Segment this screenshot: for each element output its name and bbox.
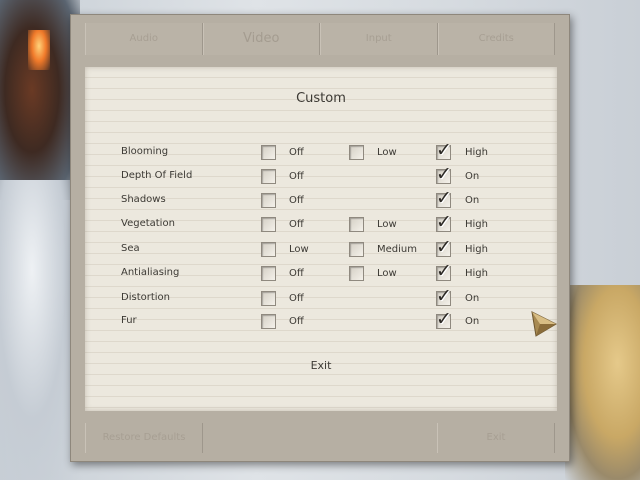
section-title: Custom	[296, 91, 346, 106]
option-value-label: Medium	[377, 244, 417, 255]
option-value-label: On	[465, 195, 480, 206]
settings-window: Audio Video Input Credits Custom Bloomin…	[70, 14, 570, 462]
option-checkbox[interactable]: ✓	[436, 164, 452, 184]
option-value-label: High	[465, 147, 488, 158]
option-value-label: Off	[289, 171, 304, 182]
option-value-label: Off	[289, 293, 304, 304]
exit-button[interactable]: Exit	[291, 359, 351, 375]
option-label: Sea	[121, 243, 140, 254]
video-settings-panel: Custom Blooming Off Low ✓ High Depth Of Field…	[85, 67, 557, 411]
option-value-label: High	[465, 244, 488, 255]
option-checkbox[interactable]	[261, 169, 276, 184]
arrow-right-icon[interactable]	[528, 308, 560, 340]
bottom-exit-button[interactable]: Exit	[437, 423, 555, 453]
option-checkbox[interactable]: ✓	[436, 140, 452, 160]
option-checkbox[interactable]: ✓	[436, 237, 452, 257]
option-label: Fur	[121, 315, 137, 326]
check-mark-icon: ✓	[436, 211, 452, 233]
option-label: Antialiasing	[121, 267, 180, 278]
check-mark-icon: ✓	[436, 260, 452, 282]
option-checkbox[interactable]: ✓	[436, 212, 452, 232]
tab-video[interactable]: Video	[202, 23, 320, 55]
option-checkbox[interactable]	[261, 145, 276, 160]
option-value-label: On	[465, 171, 480, 182]
option-value-label: On	[465, 316, 480, 327]
option-checkbox[interactable]: ✓	[436, 188, 452, 208]
tab-input[interactable]: Input	[320, 23, 438, 55]
tab-audio[interactable]: Audio	[85, 23, 203, 55]
option-checkbox[interactable]: ✓	[436, 261, 452, 281]
background-lava	[28, 30, 50, 70]
option-value-label: Low	[377, 268, 397, 279]
option-checkbox[interactable]	[261, 217, 276, 232]
background-island	[565, 285, 640, 480]
restore-defaults-button[interactable]: Restore Defaults	[85, 423, 203, 453]
option-value-label: Off	[289, 195, 304, 206]
option-checkbox[interactable]	[261, 242, 276, 257]
option-value-label: Off	[289, 219, 304, 230]
option-checkbox[interactable]	[261, 193, 276, 208]
option-checkbox[interactable]: ✓	[436, 286, 452, 306]
option-label: Depth Of Field	[121, 170, 193, 181]
option-value-label: On	[465, 293, 480, 304]
option-value-label: High	[465, 268, 488, 279]
option-checkbox[interactable]	[349, 242, 364, 257]
check-mark-icon: ✓	[436, 236, 452, 258]
check-mark-icon: ✓	[436, 163, 452, 185]
option-checkbox[interactable]	[349, 145, 364, 160]
option-checkbox[interactable]: ✓	[436, 309, 452, 329]
background-clouds	[0, 180, 80, 480]
option-checkbox[interactable]	[349, 266, 364, 281]
option-value-label: Off	[289, 147, 304, 158]
option-checkbox[interactable]	[261, 291, 276, 306]
check-mark-icon: ✓	[436, 187, 452, 209]
tab-credits[interactable]: Credits	[437, 23, 555, 55]
option-value-label: Off	[289, 268, 304, 279]
option-value-label: High	[465, 219, 488, 230]
option-checkbox[interactable]	[261, 314, 276, 329]
option-value-label: Low	[377, 147, 397, 158]
option-label: Vegetation	[121, 218, 175, 229]
tab-bar: Audio Video Input Credits	[85, 23, 555, 55]
check-mark-icon: ✓	[436, 308, 452, 330]
option-checkbox[interactable]	[261, 266, 276, 281]
option-value-label: Low	[289, 244, 309, 255]
check-mark-icon: ✓	[436, 139, 452, 161]
bottom-bar: Restore Defaults Exit	[85, 423, 555, 453]
option-value-label: Off	[289, 316, 304, 327]
option-label: Shadows	[121, 194, 166, 205]
check-mark-icon: ✓	[436, 285, 452, 307]
option-value-label: Low	[377, 219, 397, 230]
option-checkbox[interactable]	[349, 217, 364, 232]
option-label: Distortion	[121, 292, 170, 303]
option-label: Blooming	[121, 146, 169, 157]
